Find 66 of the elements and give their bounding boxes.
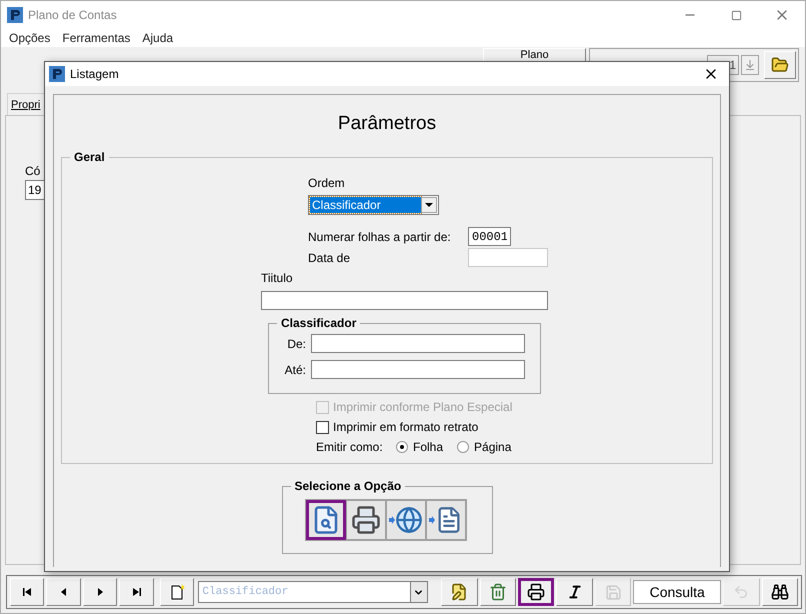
range-field[interactable] bbox=[311, 360, 525, 379]
binoculars-icon bbox=[770, 583, 789, 601]
output-option-button[interactable] bbox=[306, 500, 346, 540]
italic-icon bbox=[566, 584, 583, 600]
menu-item[interactable]: Ajuda bbox=[136, 29, 180, 47]
checkbox-label: Imprimir conforme Plano Especial bbox=[333, 399, 512, 416]
toolbar-button[interactable] bbox=[762, 578, 798, 606]
dialog-title: Listagem bbox=[70, 66, 119, 83]
export-file-icon bbox=[428, 506, 462, 534]
code-label: Có bbox=[25, 163, 42, 180]
toolbar-button[interactable] bbox=[46, 578, 81, 606]
order-select[interactable]: Classificador bbox=[308, 195, 439, 215]
dialog-heading: Parâmetros bbox=[338, 113, 436, 135]
checkbox-label: Imprimir em formato retrato bbox=[333, 419, 478, 436]
group-title: Geral bbox=[73, 149, 106, 166]
radio-button[interactable] bbox=[396, 441, 408, 453]
first-record-icon bbox=[21, 586, 34, 598]
toolbar-button[interactable] bbox=[441, 578, 478, 606]
toolbar-button[interactable] bbox=[160, 578, 194, 606]
title-field[interactable] bbox=[261, 291, 548, 310]
undo-icon bbox=[733, 584, 750, 600]
last-record-icon bbox=[130, 586, 143, 598]
export-web-icon bbox=[388, 506, 422, 534]
menu-item[interactable]: Ferramentas bbox=[56, 29, 136, 47]
field-label: Ordem bbox=[308, 175, 346, 192]
output-option-button[interactable] bbox=[346, 500, 386, 540]
printer-icon bbox=[350, 505, 380, 535]
date-field[interactable] bbox=[468, 248, 548, 267]
output-option-button[interactable] bbox=[386, 500, 426, 540]
field-label: De: bbox=[286, 336, 307, 352]
open-folder-button[interactable] bbox=[764, 51, 796, 79]
range-field[interactable] bbox=[311, 334, 525, 353]
field-label: Tiitulo bbox=[261, 270, 294, 287]
print-icon bbox=[527, 583, 546, 601]
dropdown-button[interactable] bbox=[421, 197, 437, 213]
toolbar-button[interactable] bbox=[556, 578, 593, 606]
output-option-button[interactable] bbox=[426, 500, 466, 540]
radio-label: Página bbox=[474, 439, 512, 456]
dropdown-button[interactable] bbox=[410, 581, 428, 603]
dropdown-arrow-icon bbox=[425, 203, 433, 207]
app-logo-icon bbox=[49, 66, 65, 82]
maximize-icon bbox=[730, 10, 742, 20]
classifier-combo[interactable]: Classificador bbox=[198, 581, 411, 603]
group-title: Classificador bbox=[280, 315, 358, 332]
toolbar-button[interactable] bbox=[82, 578, 118, 606]
app-logo-icon bbox=[7, 7, 23, 23]
download-icon bbox=[744, 59, 756, 71]
field-label: Data de bbox=[308, 250, 352, 267]
field-label: Emitir como: bbox=[316, 439, 384, 456]
trash-icon bbox=[488, 583, 507, 601]
save-icon bbox=[604, 584, 622, 600]
group-title: Selecione a Opção bbox=[294, 478, 402, 495]
field-label: Até: bbox=[284, 362, 307, 378]
radio-label: Folha bbox=[413, 439, 444, 456]
checkbox[interactable] bbox=[316, 420, 329, 434]
folder-icon bbox=[771, 56, 789, 74]
toolbar-button[interactable] bbox=[518, 578, 554, 606]
status-field: Consulta bbox=[633, 580, 722, 604]
page-number-field[interactable]: 00001 bbox=[468, 227, 511, 246]
toolbar-button[interactable] bbox=[10, 578, 44, 606]
field-label: Numerar folhas a partir de: bbox=[308, 228, 452, 246]
window-title: Plano de Contas bbox=[28, 7, 117, 24]
toolbar-button[interactable] bbox=[119, 578, 154, 606]
edit-document-icon bbox=[450, 583, 468, 601]
menu-item[interactable]: Opções bbox=[3, 29, 56, 47]
radio-button[interactable] bbox=[457, 441, 470, 453]
